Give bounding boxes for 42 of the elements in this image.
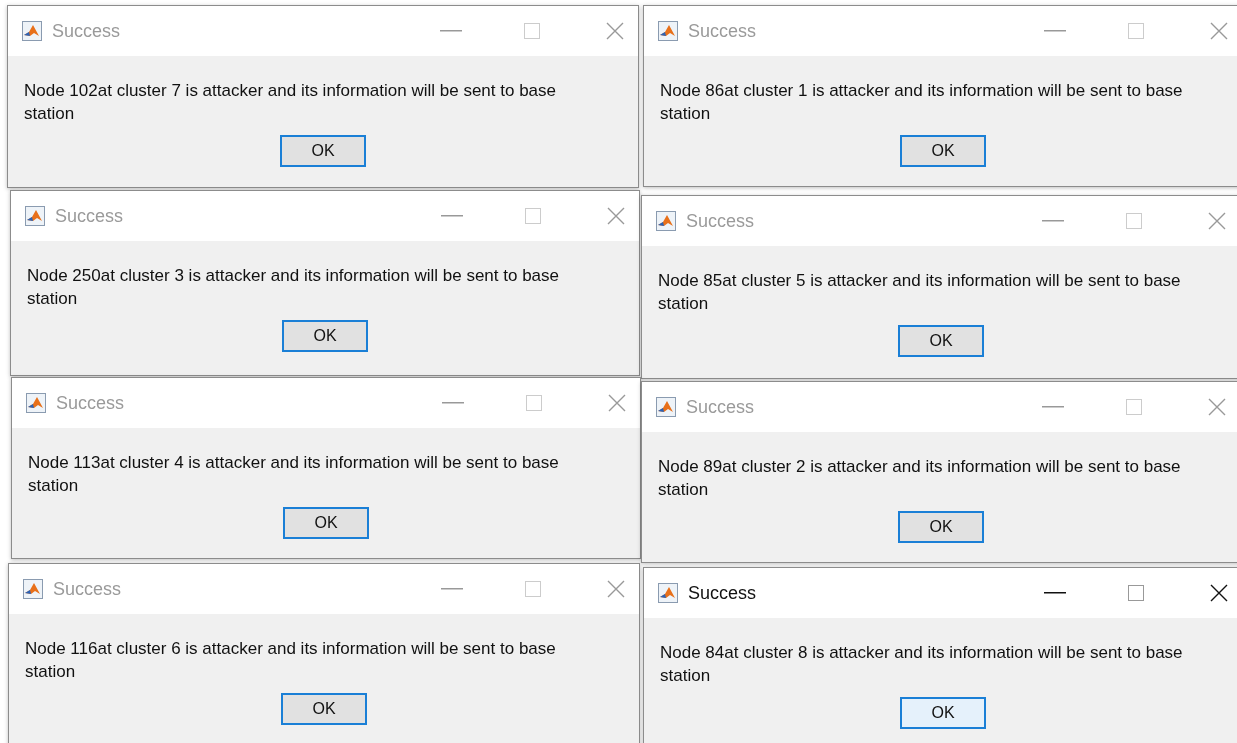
maximize-icon[interactable] [1128, 23, 1144, 39]
maximize-icon[interactable] [524, 23, 540, 39]
ok-button[interactable]: OK [900, 697, 986, 729]
message-text: Node 102at cluster 7 is attacker and its information will be sent to base station [24, 80, 557, 125]
ok-button[interactable]: OK [900, 135, 986, 167]
window-title: Success [52, 20, 122, 42]
window-title: Success [56, 392, 126, 414]
message-text: Node 116at cluster 6 is attacker and its information will be sent to base station [25, 638, 557, 683]
message-text: Node 250at cluster 3 is attacker and its information will be sent to base station [27, 265, 560, 310]
window-title: Success [688, 582, 758, 604]
close-icon[interactable] [1210, 584, 1228, 602]
maximize-icon[interactable] [526, 395, 542, 411]
app-icon [658, 583, 678, 603]
ok-button[interactable]: OK [282, 320, 368, 352]
maximize-icon[interactable] [1126, 399, 1142, 415]
app-icon [656, 397, 676, 417]
message-text: Node 84at cluster 8 is attacker and its information will be sent to base station [660, 642, 1184, 687]
maximize-icon[interactable] [1128, 585, 1144, 601]
message-text: Node 89at cluster 2 is attacker and its information will be sent to base station [658, 456, 1182, 501]
message-text: Node 85at cluster 5 is attacker and its information will be sent to base station [658, 270, 1182, 315]
app-icon [658, 21, 678, 41]
ok-button[interactable]: OK [280, 135, 366, 167]
maximize-icon[interactable] [525, 581, 541, 597]
message-text: Node 113at cluster 4 is attacker and its information will be sent to base station [28, 452, 560, 497]
ok-button[interactable]: OK [898, 511, 984, 543]
minimize-icon[interactable] [1044, 592, 1066, 594]
app-icon [23, 579, 43, 599]
ok-button[interactable]: OK [281, 693, 367, 725]
ok-button[interactable]: OK [283, 507, 369, 539]
window-title: Success [688, 20, 758, 42]
app-icon [26, 393, 46, 413]
app-icon [22, 21, 42, 41]
app-icon [656, 211, 676, 231]
maximize-icon[interactable] [1126, 213, 1142, 229]
app-icon [25, 206, 45, 226]
message-text: Node 86at cluster 1 is attacker and its information will be sent to base station [660, 80, 1184, 125]
window-title: Success [53, 578, 123, 600]
window-title: Success [55, 205, 125, 227]
ok-button[interactable]: OK [898, 325, 984, 357]
window-title: Success [686, 210, 756, 232]
maximize-icon[interactable] [525, 208, 541, 224]
window-title: Success [686, 396, 756, 418]
